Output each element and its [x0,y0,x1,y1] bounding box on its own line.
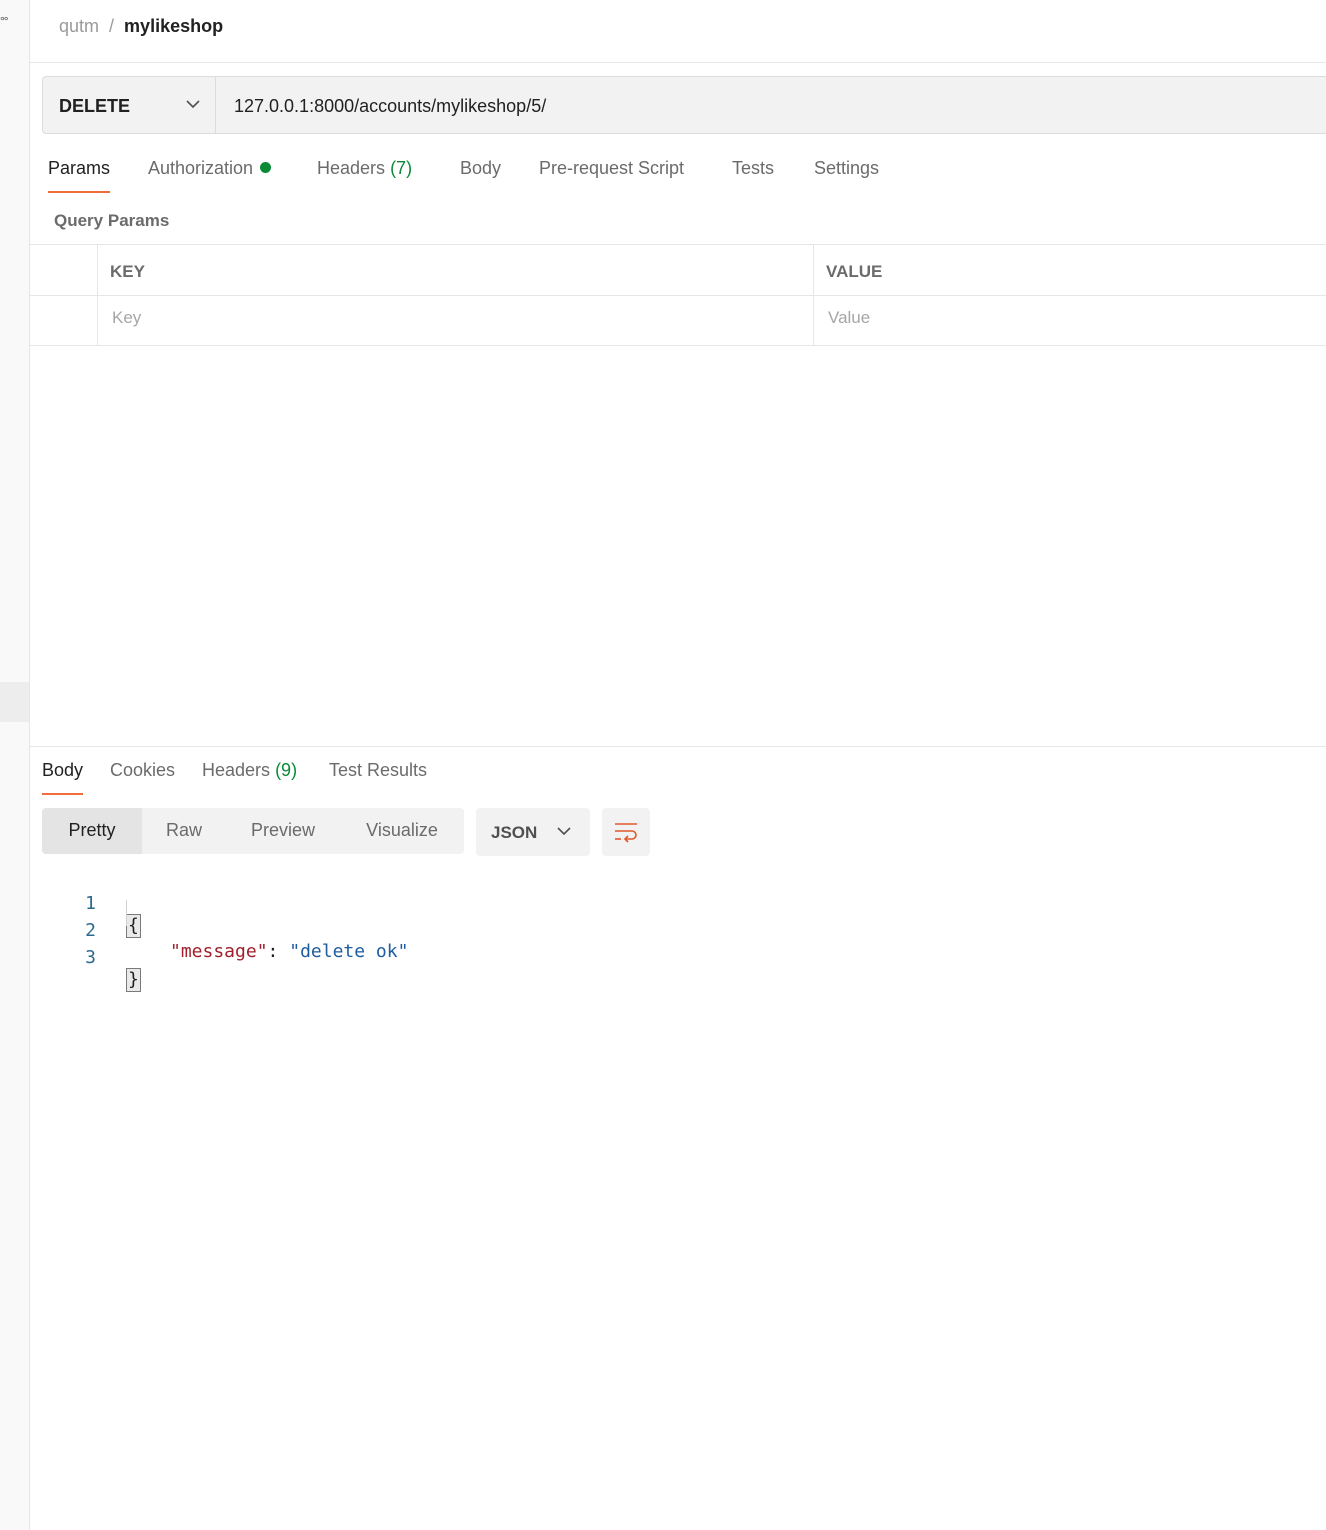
view-mode-selector: Pretty Raw Preview Visualize [42,808,464,854]
open-brace: { [126,914,141,938]
tab-authorization[interactable]: Authorization [148,158,272,179]
wrap-lines-icon [615,823,637,843]
breadcrumb-parent[interactable]: qutm [59,16,99,36]
breadcrumb-current[interactable]: mylikeshop [124,16,223,36]
format-label: JSON [491,823,538,842]
response-tab-headers-label: Headers [202,760,271,780]
pane-divider[interactable] [30,746,1326,747]
breadcrumb-separator: / [109,16,115,36]
breadcrumb: qutm / mylikeshop [59,16,223,37]
tab-headers-count: (7) [390,158,413,178]
wrap-lines-button[interactable] [602,808,650,856]
chevron-down-icon [557,827,571,836]
sidebar-highlight [0,682,29,722]
code-line: 2 "message": "delete ok" [60,899,408,962]
format-select[interactable]: JSON [476,808,590,856]
method-select[interactable]: DELETE [43,77,216,133]
response-tab-cookies[interactable]: Cookies [110,760,175,781]
view-raw-button[interactable]: Raw [142,808,226,854]
line-number: 3 [85,947,96,968]
tab-settings[interactable]: Settings [814,158,879,179]
table-row-divider [30,295,1326,296]
code-line: 1 { [60,872,141,938]
code-line: 3 } [60,926,141,992]
table-bottom-border [30,345,1326,346]
indent-guide [126,900,127,926]
response-tab-test-results[interactable]: Test Results [329,760,427,781]
left-sidebar: °° [0,0,30,1530]
key-input[interactable]: Key [112,308,141,328]
status-dot-icon [260,162,272,173]
view-preview-button[interactable]: Preview [226,808,340,854]
close-brace: } [126,968,141,992]
tab-headers-label: Headers [317,158,386,178]
response-tab-headers[interactable]: Headers (9) [202,760,297,781]
json-value: "delete ok" [289,941,409,962]
chevron-down-icon [186,100,200,109]
request-bar: DELETE 127.0.0.1:8000/accounts/mylikesho… [42,76,1326,134]
query-params-heading: Query Params [54,211,170,230]
view-pretty-button[interactable]: Pretty [42,808,142,854]
header-divider [30,62,1326,63]
tab-headers[interactable]: Headers (7) [317,158,412,179]
json-colon: : [267,941,290,962]
column-header-key: KEY [110,262,145,281]
value-input[interactable]: Value [828,308,870,328]
table-column-divider [97,245,98,346]
query-params-table: KEY VALUE Key Value [30,244,1326,346]
response-tab-headers-count: (9) [275,760,298,780]
json-entry: "message": "delete ok" [170,941,408,962]
tab-authorization-label: Authorization [148,158,254,178]
response-tab-body[interactable]: Body [42,760,84,795]
column-header-value: VALUE [826,262,883,281]
tab-tests[interactable]: Tests [732,158,774,179]
json-key: "message" [170,941,268,962]
tab-params[interactable]: Params [48,158,111,193]
url-input[interactable]: 127.0.0.1:8000/accounts/mylikeshop/5/ [234,96,546,117]
more-icon[interactable]: °° [0,14,9,28]
view-visualize-button[interactable]: Visualize [340,808,464,854]
tab-body[interactable]: Body [460,158,501,179]
table-column-divider [813,245,814,346]
tab-prerequest-script[interactable]: Pre-request Script [539,158,684,179]
method-label: DELETE [59,96,131,116]
